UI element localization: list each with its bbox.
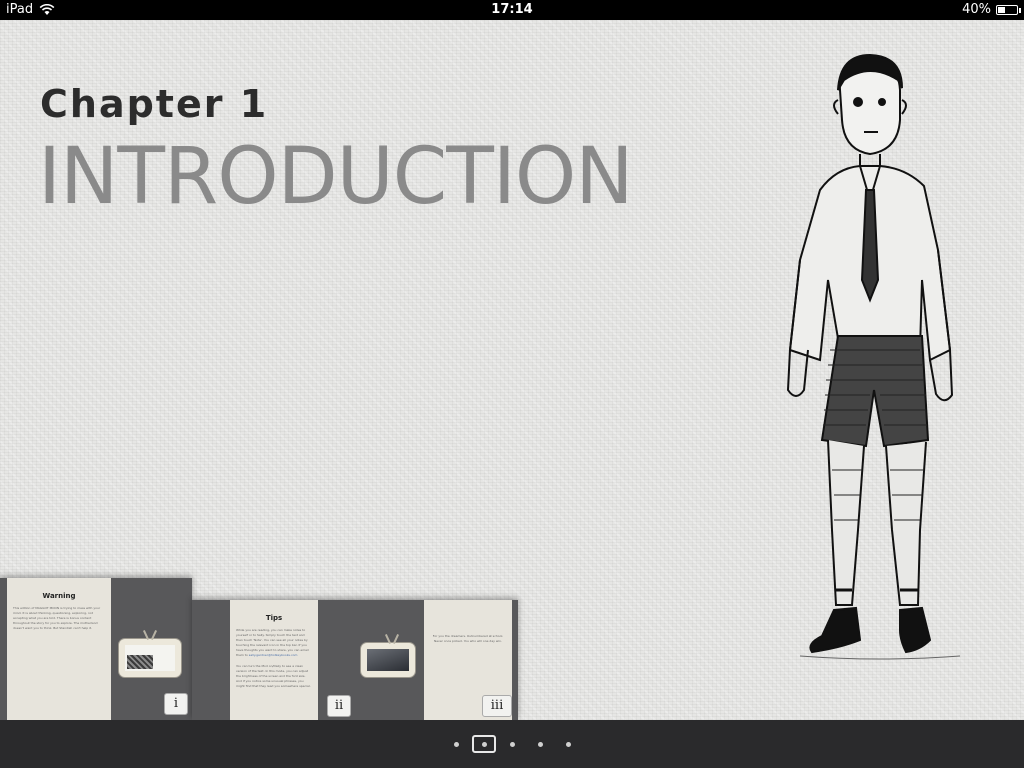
tv-video-icon[interactable]	[360, 642, 416, 678]
warning-text: This edition of MAGGOT MOON is trying to…	[13, 606, 101, 630]
page-dot[interactable]	[526, 734, 554, 754]
dot-icon	[453, 741, 459, 747]
dot-icon	[509, 741, 515, 747]
chapter-page[interactable]: Chapter 1 INTRODUCTION Warning This edit…	[0, 20, 1024, 720]
page-number-badge: i	[164, 693, 188, 715]
status-bar: iPad 17:14 40%	[0, 0, 1024, 20]
clock: 17:14	[491, 2, 533, 17]
chapter-title: INTRODUCTION	[38, 132, 634, 222]
status-right: 40%	[962, 2, 1021, 17]
page-number-badge: ii	[327, 695, 351, 717]
page-number-badge: iii	[482, 695, 512, 717]
page-indicator[interactable]	[0, 734, 1024, 754]
thumbnail-warning[interactable]: Warning This edition of MAGGOT MOON is t…	[0, 578, 192, 720]
thumbnail-tips[interactable]: Tips While you are reading, you can make…	[192, 600, 518, 720]
tips-text-2: You can turn the Mod on/Daily to see a c…	[236, 664, 311, 688]
tips-page: Tips While you are reading, you can make…	[230, 600, 318, 720]
page-dot-active[interactable]	[472, 735, 496, 753]
page-dot[interactable]	[442, 734, 470, 754]
chapter-label: Chapter 1	[40, 82, 269, 126]
dot-icon	[481, 741, 487, 747]
page-dot[interactable]	[498, 734, 526, 754]
battery-icon	[996, 4, 1021, 15]
dot-icon	[537, 741, 543, 747]
dot-icon	[565, 741, 571, 747]
dedication-text: For you the dreamers. Outnumbered at sch…	[432, 634, 504, 643]
tips-email-link[interactable]: sally.gardner@hotkeybooks.com	[249, 653, 298, 657]
tv-icon[interactable]	[118, 638, 182, 678]
tips-text: While you are reading, you can make note…	[236, 628, 312, 658]
bottom-bar	[0, 720, 1024, 768]
battery-percent: 40%	[962, 2, 991, 17]
tips-title: Tips	[265, 614, 283, 622]
warning-title: Warning	[42, 592, 76, 600]
battery-fill	[998, 6, 1006, 13]
page-dot[interactable]	[554, 734, 582, 754]
warning-page: Warning This edition of MAGGOT MOON is t…	[7, 578, 111, 720]
boy-illustration	[786, 53, 961, 660]
page-thumbnails: Warning This edition of MAGGOT MOON is t…	[0, 578, 520, 720]
